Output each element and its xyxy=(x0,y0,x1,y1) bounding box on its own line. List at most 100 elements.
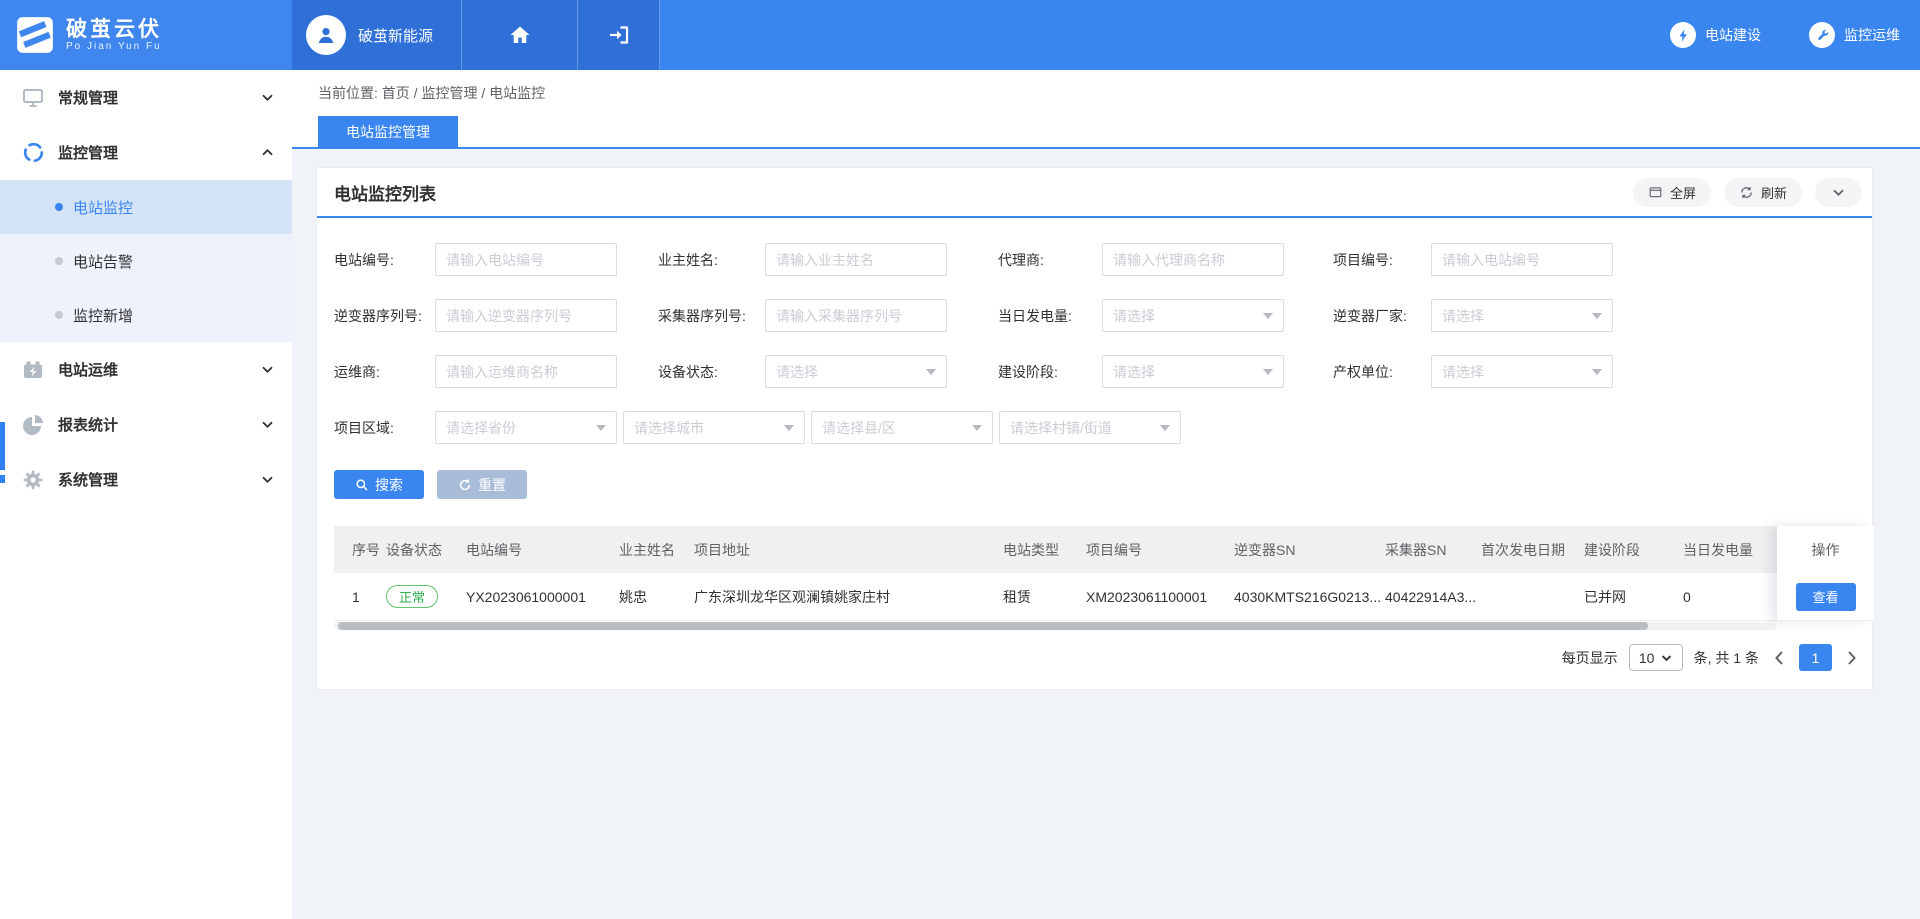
province-select[interactable]: 请选择省份 xyxy=(435,411,617,444)
station-monitor-card: 电站监控列表 全屏 刷 xyxy=(316,167,1873,690)
station-no-input[interactable] xyxy=(435,243,617,276)
sidebar-item-system-mgmt[interactable]: 系统管理 xyxy=(0,452,292,507)
field-daily-energy: 当日发电量: 请选择 xyxy=(998,299,1284,332)
table-header-row: 序号 设备状态 电站编号 业主姓名 项目地址 电站类型 项目编号 逆变器SN 采… xyxy=(334,526,1777,573)
collapse-button[interactable] xyxy=(1815,178,1862,207)
inverter-sn-input[interactable] xyxy=(435,299,617,332)
col-header-inverter-sn: 逆变器SN xyxy=(1234,540,1385,560)
field-ops-vendor: 运维商: xyxy=(334,355,617,388)
inverter-vendor-select[interactable]: 请选择 xyxy=(1431,299,1613,332)
build-stage-select[interactable]: 请选择 xyxy=(1102,355,1284,388)
select-placeholder: 请选择城市 xyxy=(634,418,704,438)
field-device-status: 设备状态: 请选择 xyxy=(658,355,947,388)
search-button[interactable]: 搜索 xyxy=(334,470,424,499)
reset-button[interactable]: 重置 xyxy=(437,470,527,499)
filter-row-3: 运维商: 设备状态: 请选择 建设阶段: xyxy=(334,355,1872,388)
sidebar-item-station-monitor[interactable]: 电站监控 xyxy=(0,180,292,234)
col-header-no: 序号 xyxy=(334,540,386,560)
col-header-action: 操作 xyxy=(1777,526,1874,573)
sidebar-scrollbar-thumb[interactable] xyxy=(0,422,5,470)
ops-vendor-input[interactable] xyxy=(435,355,617,388)
refresh-label: 刷新 xyxy=(1761,183,1787,202)
cell-device-status: 正常 xyxy=(386,585,466,608)
device-status-select[interactable]: 请选择 xyxy=(765,355,947,388)
sidebar-item-label: 报表统计 xyxy=(58,414,261,435)
home-button[interactable] xyxy=(462,0,578,70)
town-select[interactable]: 请选择村镇/街道 xyxy=(999,411,1181,444)
sidebar-item-station-ops[interactable]: 电站运维 xyxy=(0,342,292,397)
horizontal-scrollbar-thumb[interactable] xyxy=(338,622,1648,630)
refresh-button[interactable]: 刷新 xyxy=(1724,178,1802,207)
filter-form: 电站编号: 业主姓名: 代理商: 项目编号: xyxy=(317,218,1872,444)
field-label: 运维商: xyxy=(334,362,435,382)
nav-station-build-label: 电站建设 xyxy=(1705,25,1761,45)
sidebar-item-label: 监控管理 xyxy=(58,142,261,163)
fullscreen-button[interactable]: 全屏 xyxy=(1633,178,1711,207)
sidebar-item-station-alarm[interactable]: 电站告警 xyxy=(0,234,292,288)
cell-station-no: YX2023061000001 xyxy=(466,589,619,605)
breadcrumb-strip: 当前位置: 首页 / 监控管理 / 电站监控 电站监控管理 xyxy=(292,70,1920,149)
field-label: 业主姓名: xyxy=(658,250,765,270)
station-table: 序号 设备状态 电站编号 业主姓名 项目地址 电站类型 项目编号 逆变器SN 采… xyxy=(334,526,1874,630)
lightning-icon xyxy=(1670,22,1696,48)
per-page-select[interactable]: 10 xyxy=(1629,644,1683,671)
nav-monitor-ops[interactable]: 监控运维 xyxy=(1809,0,1900,70)
bullet-dot-icon xyxy=(55,257,63,265)
cell-build-stage: 已并网 xyxy=(1584,587,1683,607)
field-label: 电站编号: xyxy=(334,250,435,270)
field-inverter-vendor: 逆变器厂家: 请选择 xyxy=(1333,299,1613,332)
logout-button[interactable] xyxy=(578,0,660,70)
field-station-no: 电站编号: xyxy=(334,243,617,276)
sidebar-subitem-label: 电站告警 xyxy=(73,251,133,272)
col-header-first-power-date: 首次发电日期 xyxy=(1481,540,1584,560)
collector-sn-input[interactable] xyxy=(765,299,947,332)
caret-down-icon xyxy=(1160,425,1170,431)
brand-logo-icon xyxy=(14,14,56,56)
sidebar-item-monitor-mgmt[interactable]: 监控管理 xyxy=(0,125,292,180)
caret-down-icon xyxy=(596,425,606,431)
prev-page-button[interactable] xyxy=(1770,650,1788,666)
project-no-input[interactable] xyxy=(1431,243,1613,276)
search-button-label: 搜索 xyxy=(375,475,403,495)
user-block[interactable]: 破茧新能源 xyxy=(292,0,462,70)
field-agent: 代理商: xyxy=(998,243,1284,276)
field-project-no: 项目编号: xyxy=(1333,243,1613,276)
card-toolbar: 全屏 刷新 xyxy=(1633,178,1862,207)
tab-station-monitor-mgmt[interactable]: 电站监控管理 xyxy=(318,116,458,147)
wrench-icon xyxy=(1809,22,1835,48)
property-unit-select[interactable]: 请选择 xyxy=(1431,355,1613,388)
agent-input[interactable] xyxy=(1102,243,1284,276)
caret-down-icon xyxy=(926,369,936,375)
topbar: 破茧云伏 Po Jian Yun Fu 破茧新能源 xyxy=(0,0,1920,70)
field-owner-name: 业主姓名: xyxy=(658,243,947,276)
select-placeholder: 请选择 xyxy=(1442,306,1484,326)
field-label: 采集器序列号: xyxy=(658,306,765,326)
county-select[interactable]: 请选择县/区 xyxy=(811,411,993,444)
daily-energy-select[interactable]: 请选择 xyxy=(1102,299,1284,332)
next-page-button[interactable] xyxy=(1843,650,1861,666)
sidebar-item-label: 系统管理 xyxy=(58,469,261,490)
page-number-button[interactable]: 1 xyxy=(1799,644,1832,671)
city-select[interactable]: 请选择城市 xyxy=(623,411,805,444)
sidebar-item-monitor-add[interactable]: 监控新增 xyxy=(0,288,292,342)
cell-owner: 姚忠 xyxy=(619,587,694,607)
chevron-down-icon xyxy=(261,365,274,374)
sidebar-item-report-stats[interactable]: 报表统计 xyxy=(0,397,292,452)
view-button[interactable]: 查看 xyxy=(1796,583,1856,611)
sidebar-scrollbar-thumb[interactable] xyxy=(0,475,5,483)
field-label: 当日发电量: xyxy=(998,306,1102,326)
sidebar-item-label: 电站运维 xyxy=(58,359,261,380)
sidebar-item-general-mgmt[interactable]: 常规管理 xyxy=(0,70,292,125)
filter-row-region: 项目区域: 请选择省份 请选择城市 请选择县/区 xyxy=(334,411,1872,444)
nav-monitor-ops-label: 监控运维 xyxy=(1844,25,1900,45)
nav-station-build[interactable]: 电站建设 xyxy=(1670,0,1761,70)
field-label: 项目区域: xyxy=(334,418,435,438)
filter-actions: 搜索 重置 xyxy=(334,470,1872,499)
reset-button-label: 重置 xyxy=(478,475,506,495)
select-placeholder: 请选择县/区 xyxy=(822,418,896,438)
field-build-stage: 建设阶段: 请选择 xyxy=(998,355,1284,388)
select-placeholder: 请选择 xyxy=(1442,362,1484,382)
owner-name-input[interactable] xyxy=(765,243,947,276)
battery-power-icon xyxy=(20,357,46,383)
chevron-down-icon xyxy=(1832,188,1845,197)
